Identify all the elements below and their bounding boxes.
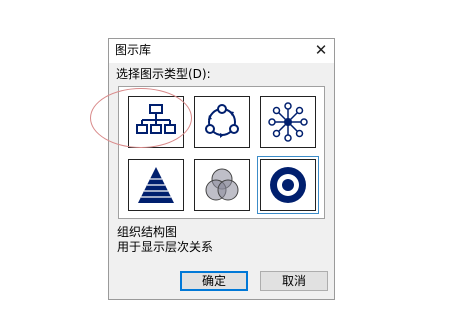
radial-diagram-icon (260, 96, 316, 148)
diagram-tile-cycle[interactable] (194, 96, 250, 148)
diagram-type-gallery (118, 86, 325, 219)
diagram-type-label: 选择图示类型(D): (116, 67, 211, 81)
pyramid-diagram-icon (128, 159, 184, 211)
dialog-title: 图示库 (115, 43, 152, 57)
diagram-tile-org-chart[interactable] (128, 96, 184, 148)
description-text: 用于显示层次关系 (117, 240, 214, 254)
target-diagram-icon (260, 159, 316, 211)
diagram-tile-radial[interactable] (260, 96, 316, 148)
org-chart-icon (128, 96, 184, 148)
ok-button[interactable]: 确定 (180, 271, 248, 291)
venn-diagram-icon (194, 159, 250, 211)
diagram-gallery-dialog: 图示库 ✕ 选择图示类型(D): 组织结构图 用于显示层次关系 确定 取消 (108, 38, 335, 300)
cycle-diagram-icon (194, 96, 250, 148)
diagram-tile-target[interactable] (257, 156, 319, 214)
close-icon[interactable]: ✕ (310, 40, 332, 60)
diagram-description: 组织结构图 用于显示层次关系 (117, 225, 213, 255)
diagram-tile-venn[interactable] (194, 159, 250, 211)
description-title: 组织结构图 (117, 225, 178, 239)
cancel-button[interactable]: 取消 (260, 271, 328, 291)
title-bar: 图示库 ✕ (109, 39, 334, 63)
diagram-tile-pyramid[interactable] (128, 159, 184, 211)
